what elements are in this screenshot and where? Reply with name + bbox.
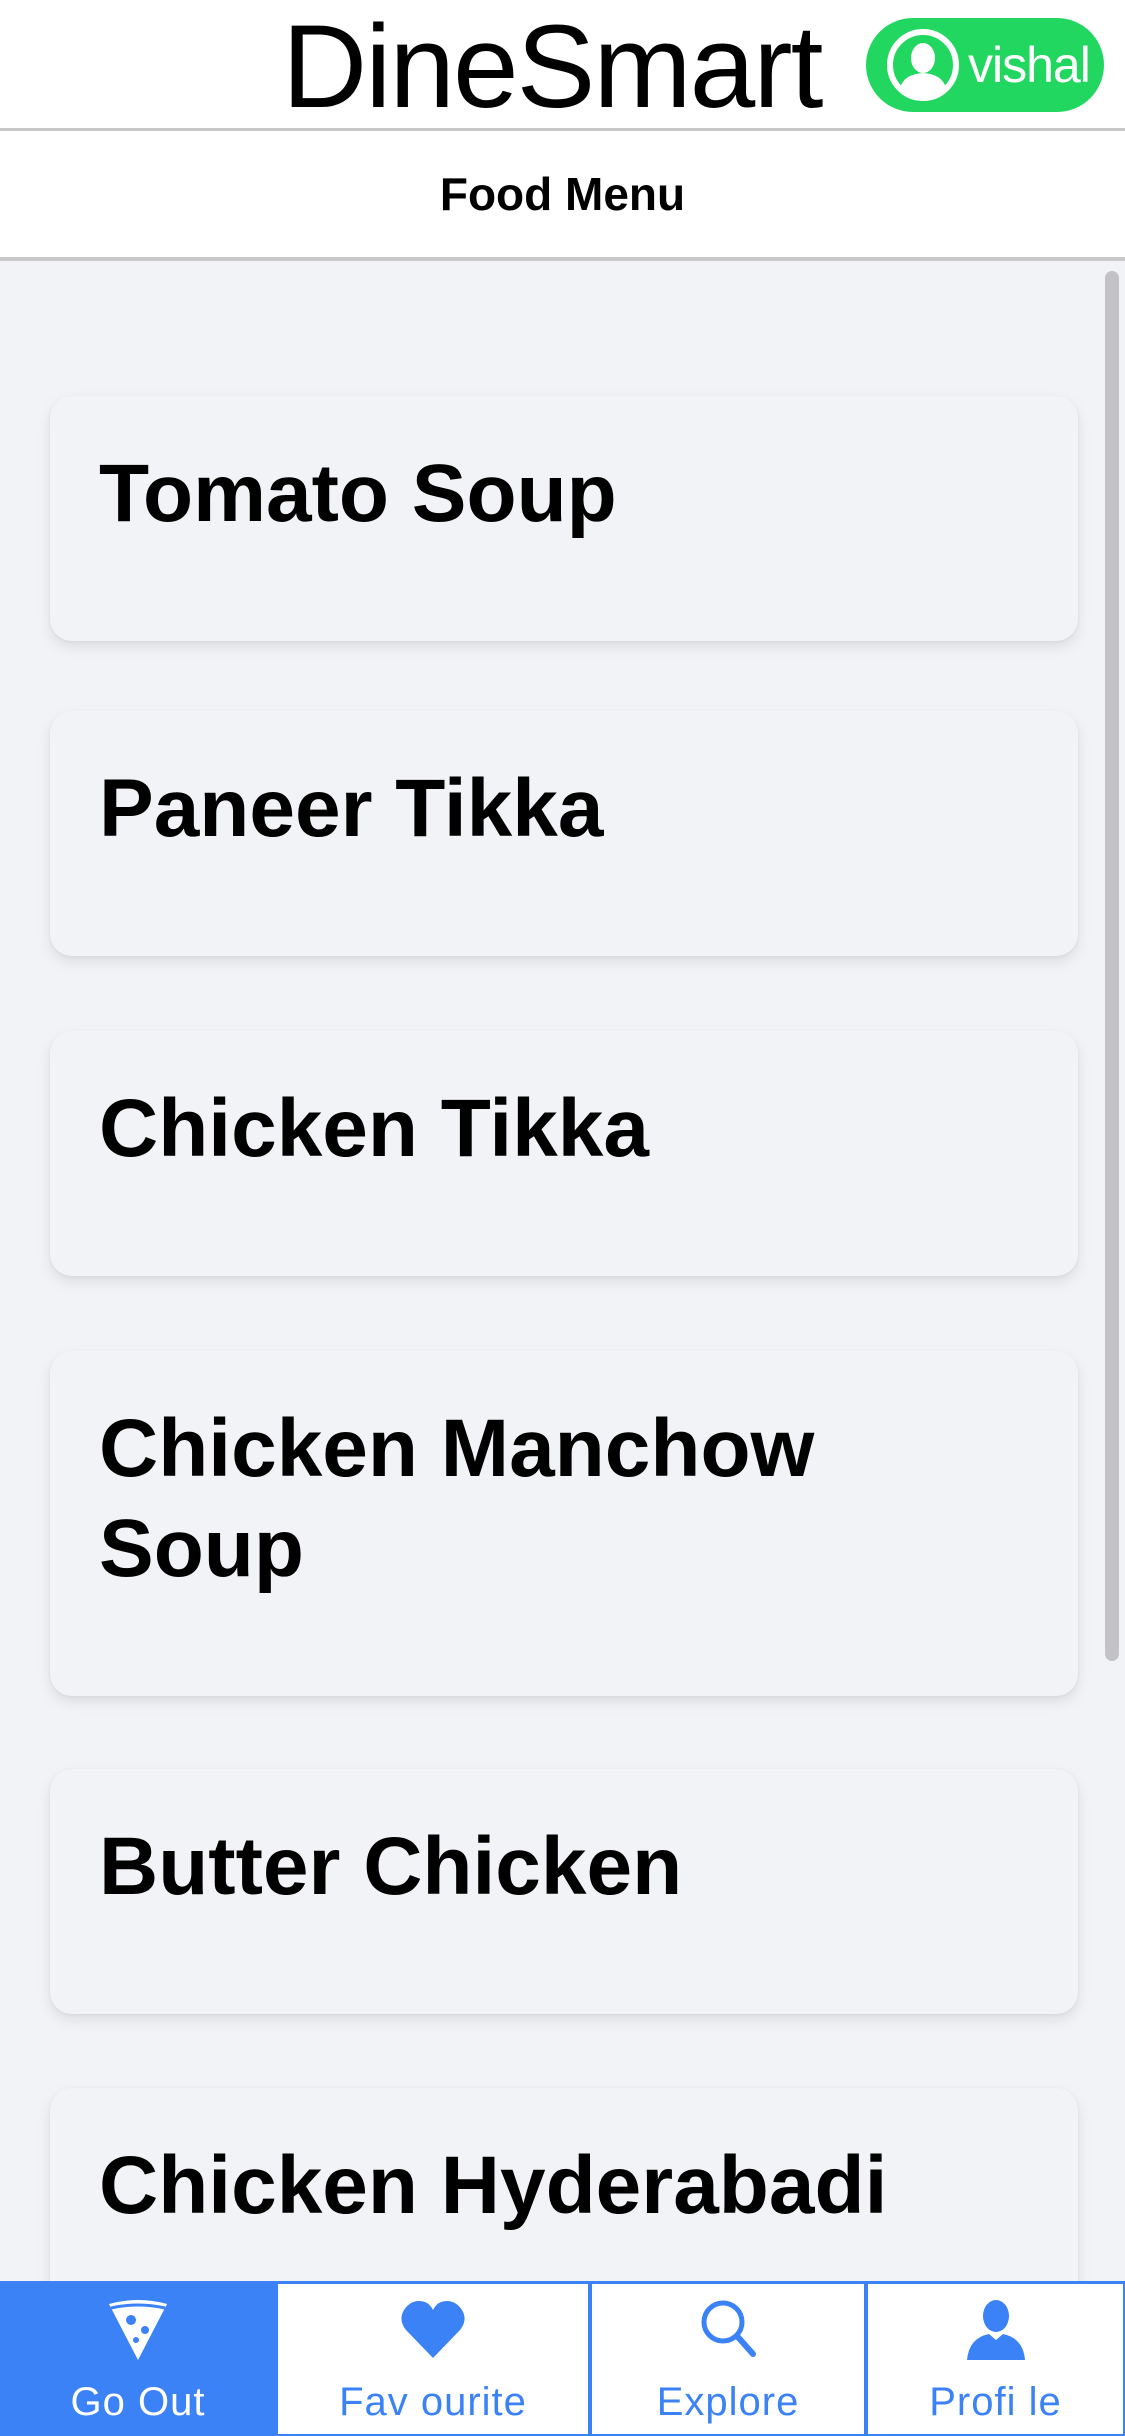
- menu-item-name: Paneer Tikka: [99, 763, 604, 854]
- menu-item-card[interactable]: Paneer Tikka: [50, 711, 1078, 956]
- tab-go-out[interactable]: Go Out: [0, 2284, 276, 2436]
- search-icon: [701, 2300, 756, 2357]
- brand-title: DineSmart: [282, 1, 823, 133]
- menu-item-name: Chicken Tikka: [99, 1083, 649, 1174]
- page-header: Food Menu: [0, 131, 1125, 261]
- menu-item-name: Chicken Hyderabadi: [99, 2140, 888, 2231]
- user-avatar-icon: [887, 29, 959, 101]
- user-badge[interactable]: vishal: [866, 18, 1104, 112]
- tab-favourite[interactable]: Fav ourite: [276, 2284, 590, 2436]
- menu-item-name: Chicken Manchow Soup: [99, 1403, 815, 1594]
- heart-icon: [401, 2301, 465, 2358]
- menu-item-card[interactable]: Butter Chicken: [50, 1769, 1078, 2014]
- menu-item-card[interactable]: Chicken Tikka: [50, 1031, 1078, 1276]
- app-header: DineSmart vishal: [0, 0, 1125, 131]
- user-name: vishal: [968, 37, 1091, 93]
- menu-item-card[interactable]: Tomato Soup: [50, 396, 1078, 641]
- tab-profile[interactable]: Profi le: [866, 2284, 1125, 2436]
- tab-label: Explore: [656, 2380, 800, 2424]
- tab-explore[interactable]: Explore: [590, 2284, 866, 2436]
- menu-item-name: Tomato Soup: [99, 448, 617, 539]
- menu-item-card[interactable]: Chicken Manchow Soup: [50, 1351, 1078, 1696]
- pizza-slice-icon: [109, 2300, 167, 2360]
- person-icon: [966, 2300, 1025, 2360]
- scrollbar[interactable]: [1105, 271, 1119, 1661]
- tab-label: Fav ourite: [339, 2380, 527, 2424]
- menu-item-card[interactable]: Chicken Hyderabadi: [50, 2088, 1078, 2281]
- menu-list[interactable]: Tomato Soup Paneer Tikka Chicken Tikka C…: [0, 261, 1125, 2281]
- page-title: Food Menu: [439, 168, 686, 220]
- tab-label: Go Out: [70, 2380, 206, 2424]
- tab-label: Profi le: [929, 2380, 1062, 2424]
- app-screen: DineSmart vishal Food Menu Tomato Soup P…: [0, 0, 1125, 2436]
- menu-item-name: Butter Chicken: [99, 1821, 683, 1912]
- bottom-tab-bar: Go Out Fav ourite Explore Profi le: [0, 2281, 1125, 2436]
